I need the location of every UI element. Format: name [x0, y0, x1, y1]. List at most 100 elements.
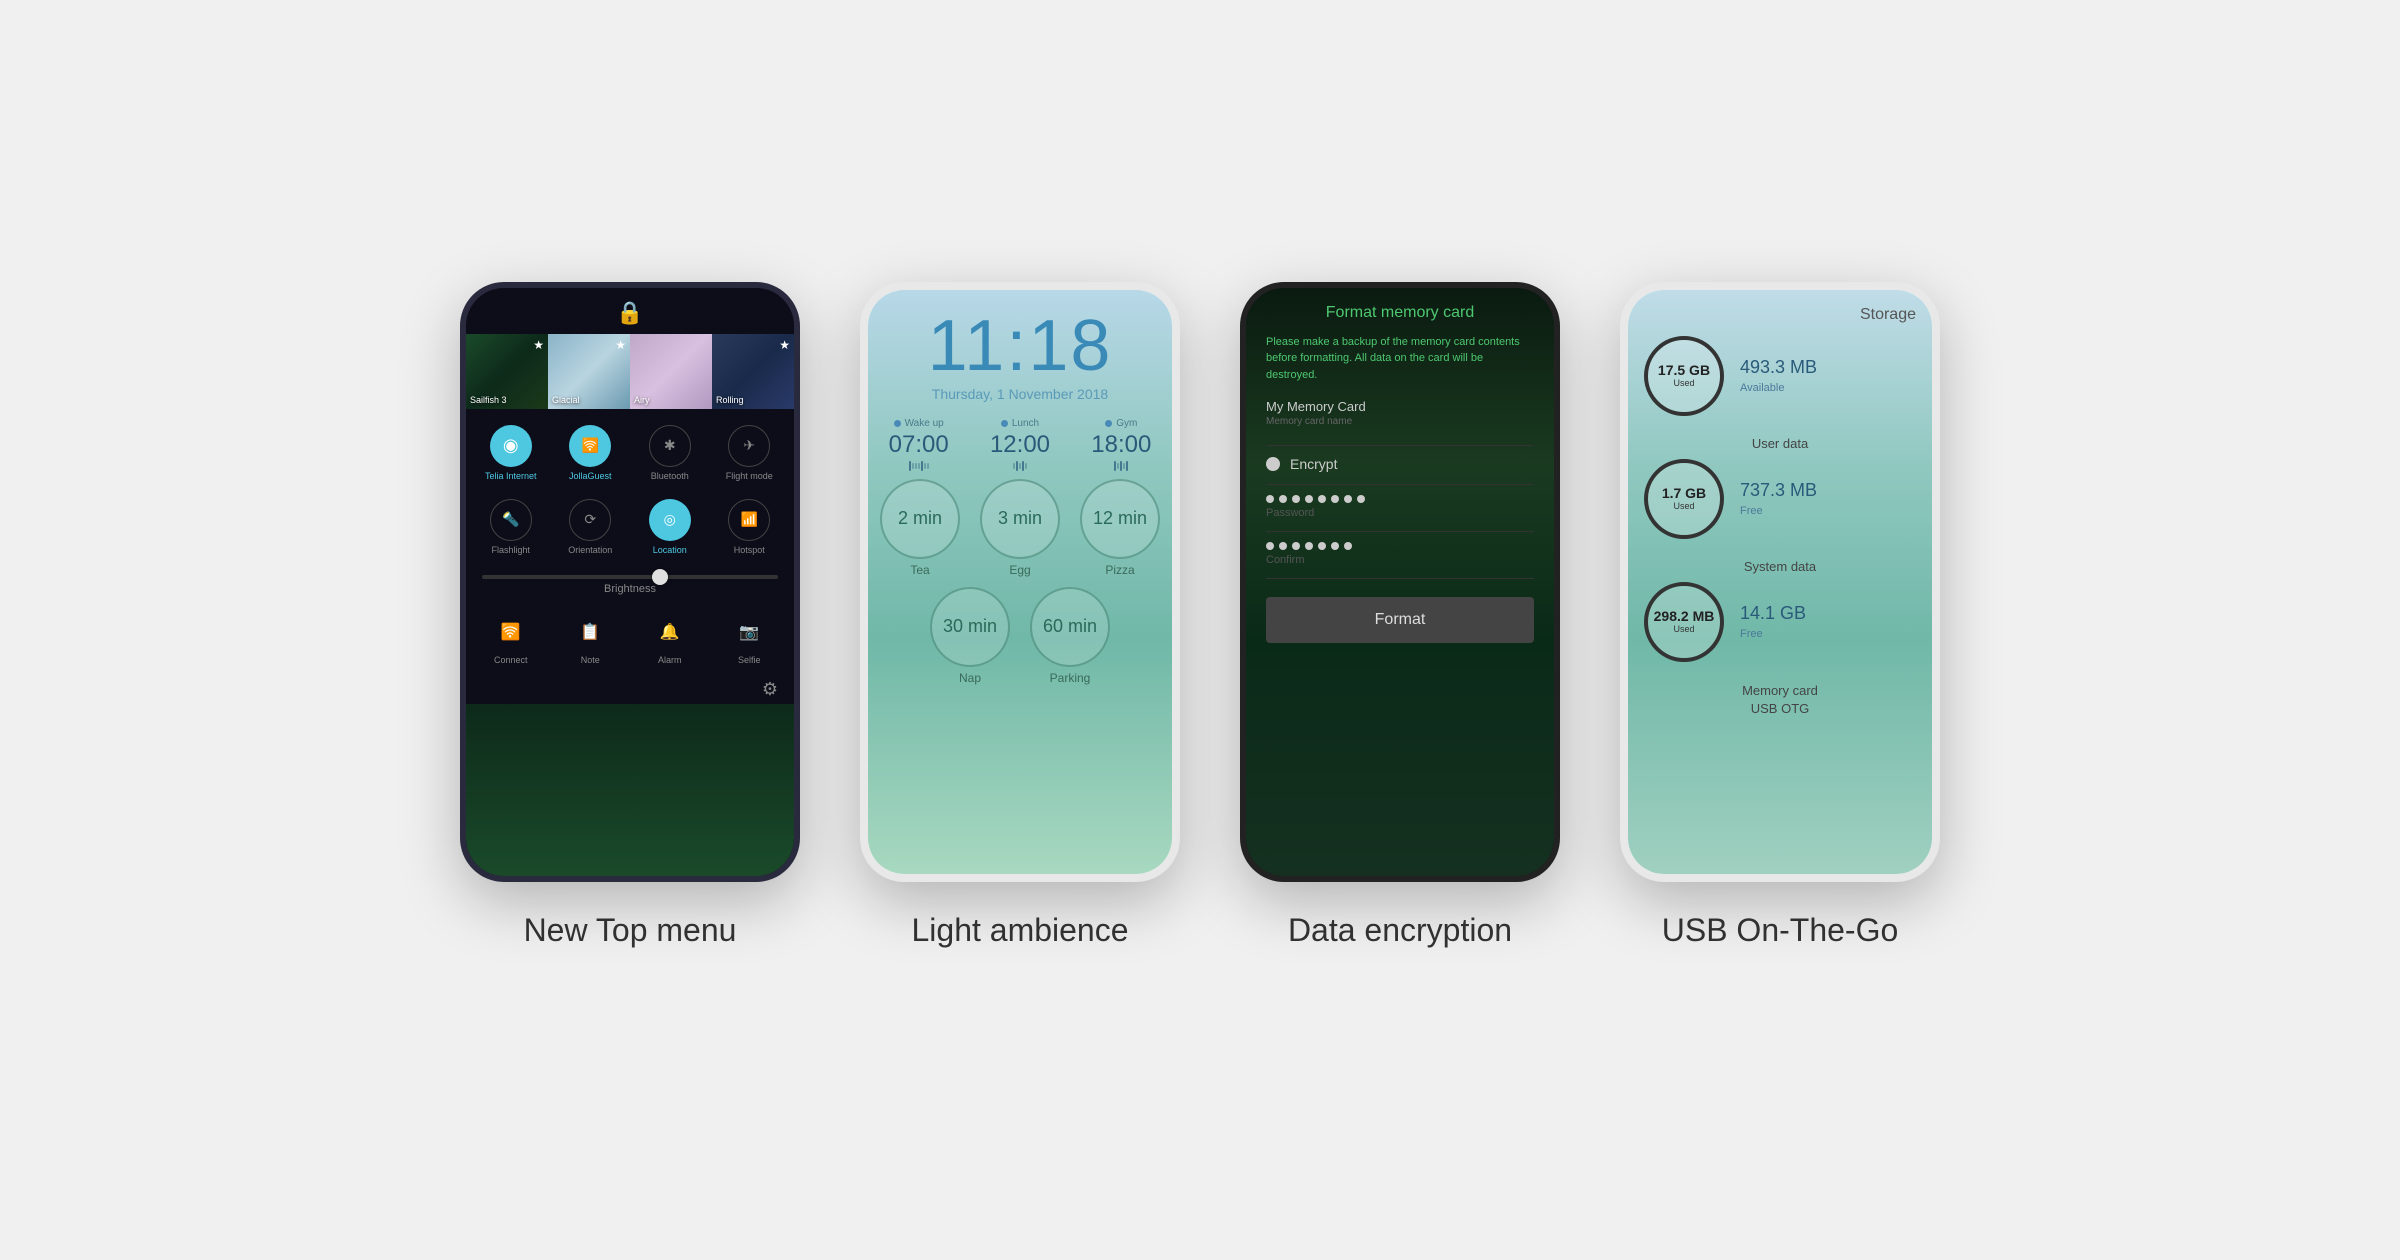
toggle-telia-icon: ◉: [490, 425, 532, 467]
storage-memcard-right: 14.1 GB Free: [1740, 603, 1806, 640]
format-title: Format memory card: [1266, 304, 1534, 322]
toggle-bluetooth-icon: ✱: [649, 425, 691, 467]
timer-tea-mins: 2 min: [898, 508, 942, 529]
timer-circles: 2 min Tea 3 min Egg 12 min: [878, 479, 1162, 685]
bottom-icons-row: 🛜 Connect 📋 Note 🔔 Alarm 📷 Selfie: [466, 603, 794, 675]
format-cardname-sublabel: Memory card name: [1266, 416, 1534, 427]
brightness-knob[interactable]: [652, 569, 668, 585]
theme-glacial[interactable]: ★ Glacial: [548, 334, 630, 409]
toggle-flight-label: Flight mode: [726, 471, 773, 481]
storage-userdata-label: User data: [1644, 436, 1916, 451]
timer-pizza-circle: 12 min: [1080, 479, 1160, 559]
alarm-lunch-dot: Lunch: [1001, 418, 1039, 429]
format-divider-3: [1266, 531, 1534, 532]
storage-sysdata-circle-label: Used: [1673, 501, 1694, 511]
format-field-cardname: My Memory Card Memory card name: [1266, 399, 1534, 435]
toggle-bluetooth[interactable]: ✱ Bluetooth: [631, 417, 709, 489]
toggle-flashlight[interactable]: 🔦 Flashlight: [472, 491, 550, 563]
encrypt-row: Encrypt: [1266, 456, 1534, 472]
timer-tea-name: Tea: [910, 563, 929, 577]
storage-userdata-avail-label: Available: [1740, 382, 1817, 394]
bottom-icon-note[interactable]: 📋 Note: [552, 607, 630, 671]
theme-glacial-label: Glacial: [552, 395, 580, 405]
theme-airy[interactable]: Airy: [630, 334, 712, 409]
alarm-wakeup-ticks: [909, 461, 929, 471]
timer-parking[interactable]: 60 min Parking: [1030, 587, 1110, 685]
settings-icon[interactable]: ⚙: [762, 679, 778, 700]
storage-memcard-avail-label: Free: [1740, 628, 1806, 640]
theme-airy-label: Airy: [634, 395, 650, 405]
selfie-icon: 📷: [730, 613, 768, 651]
phones-row: 🔒 ★ Sailfish 3 ★ Glacial A: [460, 282, 1940, 949]
clock-time: 11:18: [928, 310, 1113, 382]
password-dots: [1266, 495, 1534, 503]
connect-label: Connect: [494, 655, 528, 665]
alarm-gym: Gym 18:00: [1091, 418, 1151, 471]
toggle-flight-icon: ✈: [728, 425, 770, 467]
timer-row-2: 30 min Nap 60 min Parking: [930, 587, 1110, 685]
toggle-flashlight-icon: 🔦: [490, 499, 532, 541]
toggle-jolla[interactable]: 🛜 JollaGuest: [552, 417, 630, 489]
storage-title: Storage: [1644, 306, 1916, 324]
lock-icon: 🔒: [616, 300, 643, 326]
storage-sysdata-circle: 1.7 GB Used: [1644, 459, 1724, 539]
brightness-slider[interactable]: [482, 575, 778, 579]
selfie-label: Selfie: [738, 655, 761, 665]
storage-userdata-val: 17.5 GB: [1658, 363, 1710, 378]
toggle-hotspot[interactable]: 📶 Hotspot: [711, 491, 789, 563]
alarm-icon: 🔔: [651, 613, 689, 651]
encrypt-toggle[interactable]: [1266, 457, 1280, 471]
toggle-flight[interactable]: ✈ Flight mode: [711, 417, 789, 489]
format-cardname-label: My Memory Card: [1266, 399, 1534, 414]
bottom-icon-selfie[interactable]: 📷 Selfie: [711, 607, 789, 671]
phone2-container: 11:18 Thursday, 1 November 2018 Wake up …: [860, 282, 1180, 949]
format-button[interactable]: Format: [1266, 597, 1534, 643]
phone4-container: Storage 17.5 GB Used 493.3 MB Available …: [1620, 282, 1940, 949]
storage-sysdata-label: System data: [1644, 559, 1916, 574]
timer-nap-name: Nap: [959, 671, 981, 685]
storage-userdata-right: 493.3 MB Available: [1740, 357, 1817, 394]
bottom-icon-connect[interactable]: 🛜 Connect: [472, 607, 550, 671]
storage-memcard-val: 298.2 MB: [1654, 609, 1715, 624]
phone1-shell: 🔒 ★ Sailfish 3 ★ Glacial A: [460, 282, 800, 882]
alarm-gym-dot: Gym: [1105, 418, 1137, 429]
format-divider-2: [1266, 484, 1534, 485]
toggle-bluetooth-label: Bluetooth: [651, 471, 689, 481]
phone3-shell: Format memory card Please make a backup …: [1240, 282, 1560, 882]
timer-pizza[interactable]: 12 min Pizza: [1080, 479, 1160, 577]
brightness-row: Brightness: [466, 571, 794, 603]
bottom-icon-alarm[interactable]: 🔔 Alarm: [631, 607, 709, 671]
alarm-lunch: Lunch 12:00: [990, 418, 1050, 471]
connect-icon: 🛜: [492, 613, 530, 651]
storage-sysdata-section: 1.7 GB Used 737.3 MB Free: [1644, 459, 1916, 539]
timer-tea-circle: 2 min: [880, 479, 960, 559]
timer-tea[interactable]: 2 min Tea: [880, 479, 960, 577]
timer-parking-mins: 60 min: [1043, 616, 1097, 637]
alarms-row: Wake up 07:00 Lunch 12:00: [878, 418, 1162, 471]
alarm-wakeup-time: 07:00: [889, 431, 949, 459]
toggle-location-label: Location: [653, 545, 687, 555]
storage-memcard-section: 298.2 MB Used 14.1 GB Free: [1644, 582, 1916, 662]
timer-nap-mins: 30 min: [943, 616, 997, 637]
storage-memcard-circle-label: Used: [1673, 624, 1694, 634]
storage-sysdata-val: 1.7 GB: [1662, 486, 1706, 501]
alarm-gym-time: 18:00: [1091, 431, 1151, 459]
timer-nap[interactable]: 30 min Nap: [930, 587, 1010, 685]
quick-toggles-top: ◉ Telia Internet 🛜 JollaGuest ✱ Bluetoot…: [466, 409, 794, 571]
toggle-orientation-label: Orientation: [568, 545, 612, 555]
toggle-jolla-label: JollaGuest: [569, 471, 612, 481]
timer-parking-circle: 60 min: [1030, 587, 1110, 667]
theme-rolling[interactable]: ★ Rolling: [712, 334, 794, 409]
timer-egg-name: Egg: [1009, 563, 1030, 577]
timer-nap-circle: 30 min: [930, 587, 1010, 667]
phone4-screen: Storage 17.5 GB Used 493.3 MB Available …: [1628, 290, 1932, 874]
theme-sailfish[interactable]: ★ Sailfish 3: [466, 334, 548, 409]
toggle-location[interactable]: ◎ Location: [631, 491, 709, 563]
format-warning: Please make a backup of the memory card …: [1266, 334, 1534, 384]
storage-sysdata-avail-label: Free: [1740, 505, 1817, 517]
toggle-telia[interactable]: ◉ Telia Internet: [472, 417, 550, 489]
timer-egg[interactable]: 3 min Egg: [980, 479, 1060, 577]
alarm-lunch-ticks: [1013, 461, 1027, 471]
toggle-orientation[interactable]: ⟳ Orientation: [552, 491, 630, 563]
phone2-shell: 11:18 Thursday, 1 November 2018 Wake up …: [860, 282, 1180, 882]
